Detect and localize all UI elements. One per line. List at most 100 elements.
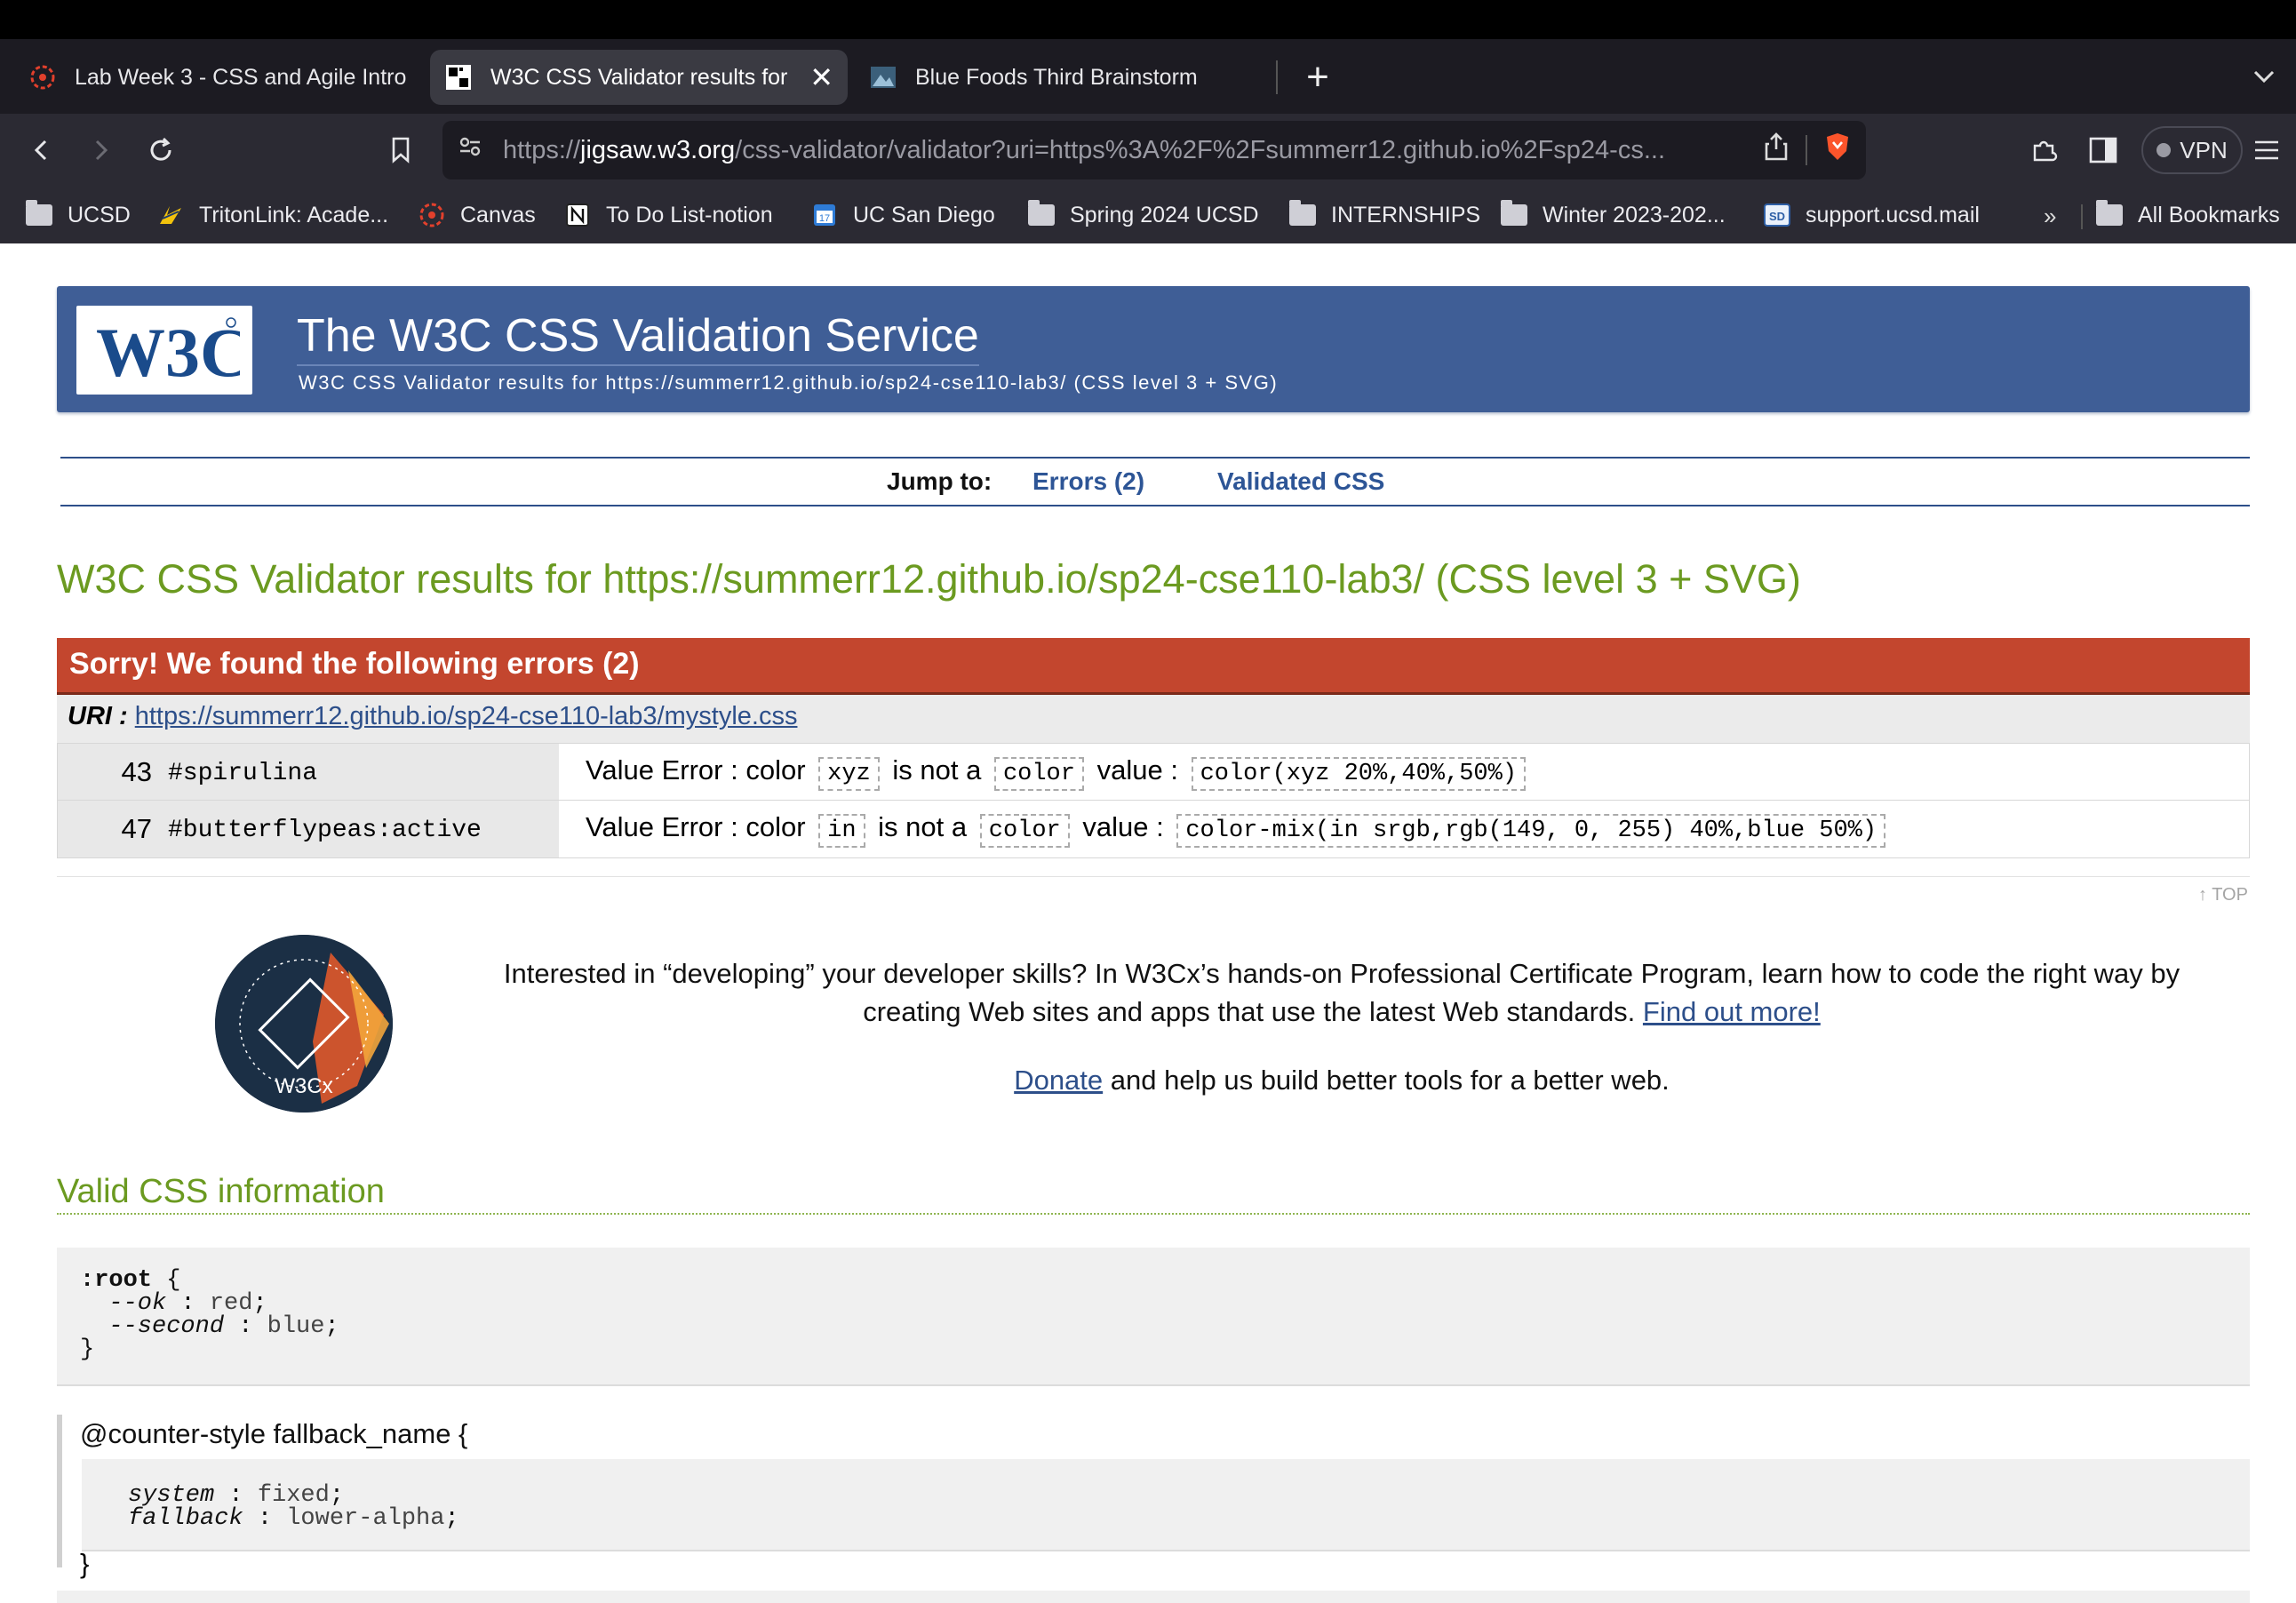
tab-lab-week-3[interactable]: Lab Week 3 - CSS and Agile Intro bbox=[14, 50, 437, 105]
valid-css-heading: Valid CSS information bbox=[57, 1173, 2250, 1215]
tab-title: Blue Foods Third Brainstorm bbox=[915, 64, 1198, 90]
jump-navigation: Jump to: Errors (2) Validated CSS bbox=[60, 457, 2250, 506]
error-row: 47 #butterflypeas:active Value Error : c… bbox=[58, 801, 2249, 857]
bookmark-canvas[interactable]: Canvas bbox=[418, 197, 536, 233]
errors-uri-row: URI : https://summerr12.github.io/sp24-c… bbox=[57, 695, 2250, 743]
bookmark-internships[interactable]: INTERNSHIPS bbox=[1288, 197, 1480, 233]
promo-text: Interested in “developing” your develope… bbox=[503, 958, 2180, 1027]
bookmark-uc-san-diego[interactable]: 17 UC San Diego bbox=[810, 197, 995, 233]
jump-errors-link[interactable]: Errors (2) bbox=[1032, 467, 1144, 496]
image-icon bbox=[869, 63, 897, 92]
error-context: #butterflypeas:active bbox=[161, 801, 559, 857]
window-top-strip bbox=[0, 0, 2296, 39]
error-type: color bbox=[979, 814, 1070, 848]
close-tab-icon[interactable]: ✕ bbox=[809, 60, 833, 94]
bookmark-tritonlink[interactable]: TritonLink: Acade... bbox=[156, 197, 388, 233]
page-subtitle: W3C CSS Validator results for https://su… bbox=[299, 371, 1279, 394]
uri-label: URI : bbox=[68, 702, 128, 730]
jump-validated-css-link[interactable]: Validated CSS bbox=[1217, 467, 1384, 496]
counter-style-close: } bbox=[80, 1548, 90, 1579]
errors-table: 43 #spirulina Value Error : color xyz is… bbox=[57, 743, 2250, 858]
error-value: color(xyz 20%,40%,50%) bbox=[1191, 757, 1527, 791]
section-divider bbox=[57, 876, 2250, 877]
w3c-icon bbox=[444, 63, 473, 92]
address-bar[interactable]: https://jigsaw.w3.org/css-validator/vali… bbox=[442, 121, 1866, 179]
counter-style-block: @counter-style fallback_name { system : … bbox=[57, 1415, 2250, 1579]
page-title: The W3C CSS Validation Service bbox=[297, 309, 979, 366]
bookmark-spring-2024[interactable]: Spring 2024 UCSD bbox=[1027, 197, 1259, 233]
canvas-icon bbox=[28, 63, 57, 92]
brave-shields-icon[interactable] bbox=[1823, 132, 1852, 169]
tritonlink-icon bbox=[156, 203, 185, 227]
folder-icon bbox=[1027, 200, 1056, 227]
bookmarks-divider bbox=[2081, 204, 2083, 229]
error-context: #spirulina bbox=[161, 744, 559, 800]
bookmark-ucsd[interactable]: UCSD bbox=[25, 197, 131, 233]
bookmarks-overflow-button[interactable]: » bbox=[2044, 203, 2056, 230]
error-message: Value Error : color in is not a color va… bbox=[559, 801, 2249, 857]
counter-style-heading: @counter-style fallback_name { bbox=[80, 1418, 468, 1449]
tab-divider bbox=[1276, 60, 1278, 94]
badge-text: W3Cx bbox=[275, 1074, 332, 1098]
error-value: color-mix(in srgb,rgb(149, 0, 255) 40%,b… bbox=[1176, 814, 1886, 848]
forward-button[interactable] bbox=[78, 128, 123, 172]
bookmark-icon[interactable] bbox=[379, 128, 423, 172]
root-rule-block: :root { --ok : red; --second : blue; } bbox=[57, 1248, 2250, 1386]
jump-label: Jump to: bbox=[887, 467, 993, 495]
w3c-logo-mark: W3C bbox=[96, 314, 240, 388]
new-tab-button[interactable]: + bbox=[1295, 55, 1340, 100]
all-bookmarks-button[interactable]: All Bookmarks bbox=[2095, 197, 2280, 233]
folder-icon bbox=[25, 200, 53, 227]
bookmark-winter-2023[interactable]: Winter 2023-202... bbox=[1500, 197, 1726, 233]
tab-w3c-validator[interactable]: W3C CSS Validator results for ✕ bbox=[430, 50, 848, 105]
folder-icon bbox=[2095, 200, 2124, 227]
error-token: in bbox=[818, 814, 865, 848]
bookmark-support-ucsd-mail[interactable]: SD support.ucsd.mail bbox=[1763, 197, 1980, 233]
find-out-more-link[interactable]: Find out more! bbox=[1643, 996, 1821, 1027]
counter-style-declarations: system : fixed; fallback : lower-alpha; bbox=[82, 1459, 2250, 1551]
reload-button[interactable] bbox=[139, 128, 183, 172]
site-settings-icon[interactable] bbox=[457, 133, 483, 167]
tab-title: Lab Week 3 - CSS and Agile Intro bbox=[75, 64, 407, 90]
donate-text: Donate and help us build better tools fo… bbox=[1014, 1065, 1670, 1096]
folder-icon bbox=[1500, 200, 1528, 227]
canvas-icon bbox=[418, 203, 446, 227]
w3c-logo[interactable]: W3C bbox=[76, 306, 252, 395]
tab-title: W3C CSS Validator results for bbox=[490, 64, 788, 90]
bookmarks-bar: UCSD TritonLink: Acade... Canvas To Do L… bbox=[0, 187, 2296, 243]
vpn-status-icon bbox=[2156, 143, 2172, 157]
back-button[interactable] bbox=[20, 128, 64, 172]
uri-link[interactable]: https://summerr12.github.io/sp24-cse110-… bbox=[135, 702, 798, 730]
bookmark-notion[interactable]: To Do List-notion bbox=[563, 197, 773, 233]
share-icon[interactable] bbox=[1763, 132, 1790, 169]
results-heading: W3C CSS Validator results for https://su… bbox=[57, 556, 1801, 602]
sd-icon: SD bbox=[1763, 203, 1791, 227]
folder-icon bbox=[1288, 200, 1317, 227]
vpn-button[interactable]: VPN bbox=[2141, 126, 2243, 174]
navigation-toolbar: https://jigsaw.w3.org/css-validator/vali… bbox=[0, 114, 2296, 187]
url-text: https://jigsaw.w3.org/css-validator/vali… bbox=[503, 135, 1666, 164]
w3cx-badge-logo[interactable]: W3Cx bbox=[215, 935, 393, 1113]
menu-icon[interactable] bbox=[2244, 128, 2289, 172]
notion-icon bbox=[563, 203, 592, 227]
error-type: color bbox=[993, 757, 1084, 791]
error-line-number: 47 bbox=[58, 801, 161, 857]
w3c-logo-text: W3C bbox=[96, 314, 240, 388]
error-token: xyz bbox=[818, 757, 880, 791]
header-banner: W3C The W3C CSS Validation Service W3C C… bbox=[57, 286, 2250, 412]
sidebar-toggle-icon[interactable] bbox=[2081, 128, 2125, 172]
calendar-icon: 17 bbox=[810, 203, 839, 227]
next-block-edge bbox=[57, 1591, 2250, 1603]
back-to-top-link[interactable]: ↑ TOP bbox=[2198, 885, 2248, 905]
tab-bar: Lab Week 3 - CSS and Agile Intro W3C CSS… bbox=[0, 39, 2296, 114]
svg-text:SD: SD bbox=[1769, 210, 1785, 223]
tab-blue-foods[interactable]: Blue Foods Third Brainstorm bbox=[855, 50, 1264, 105]
donate-link[interactable]: Donate bbox=[1014, 1065, 1103, 1096]
error-line-number: 43 bbox=[58, 744, 161, 800]
tab-list-chevron-icon[interactable] bbox=[2246, 59, 2282, 94]
errors-heading: Sorry! We found the following errors (2) bbox=[57, 638, 2250, 695]
error-row: 43 #spirulina Value Error : color xyz is… bbox=[58, 744, 2249, 801]
extensions-icon[interactable] bbox=[2022, 128, 2067, 172]
svg-text:17: 17 bbox=[819, 213, 830, 224]
page-content: W3C The W3C CSS Validation Service W3C C… bbox=[0, 243, 2296, 1603]
